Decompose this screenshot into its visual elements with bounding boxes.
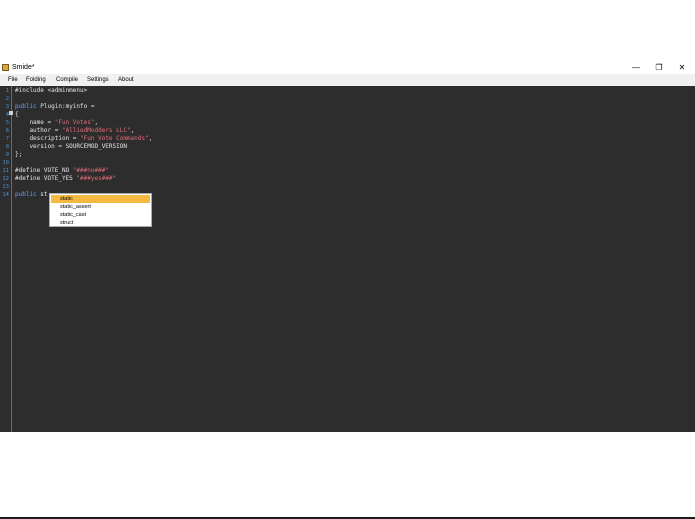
menu-file[interactable]: File [8, 74, 18, 86]
line-number: 4 [5, 112, 9, 118]
code-text: , [130, 127, 135, 134]
string-literal: "###no###" [72, 167, 109, 174]
code-line: #define VOTE_NO "###no###" [15, 167, 109, 175]
code-text: { [15, 111, 19, 118]
code-text: }; [15, 151, 23, 158]
close-button[interactable]: ✕ [671, 61, 693, 74]
code-editor[interactable]: 1 2 3 4 5 6 7 8 9 10 11 12 13 14 #include <adminmenu>… [0, 86, 695, 519]
code-text: , [148, 135, 153, 142]
keyword: public [15, 103, 37, 110]
code-line: name = "Fun Votes", [15, 119, 98, 127]
code-text: Plugin:myinfo = [36, 103, 95, 110]
autocomplete-item-static-cast[interactable]: static_cast [51, 211, 150, 219]
minimize-button[interactable]: — [625, 61, 647, 74]
code-text: #include <adminmenu> [15, 87, 88, 94]
string-literal: "Fun Votes" [54, 119, 95, 126]
line-number: 2 [5, 96, 9, 102]
menu-settings[interactable]: Settings [87, 74, 109, 86]
code-text: version = SOURCEMOD_VERSION [15, 143, 127, 150]
code-text: name = [15, 119, 55, 126]
line-number: 3 [5, 104, 9, 110]
code-text: description = [15, 135, 81, 142]
code-text: #define VOTE_YES [15, 175, 77, 182]
autocomplete-popup: static static_assert static_cast struct [49, 193, 152, 227]
app-icon [2, 64, 9, 71]
line-number: 11 [2, 168, 9, 174]
string-literal: "AlliedModders LLC" [61, 127, 131, 134]
code-line: public st [15, 191, 48, 199]
code-line: }; [15, 151, 22, 159]
window-title: Smide* [12, 64, 35, 71]
code-line: #include <adminmenu> [15, 87, 87, 95]
code-text: author = [15, 127, 62, 134]
code-text: #define VOTE_NO [15, 167, 73, 174]
code-line: version = SOURCEMOD_VERSION [15, 143, 127, 151]
line-number: 9 [5, 152, 9, 158]
autocomplete-item-static[interactable]: static [51, 195, 150, 203]
code-line: { [15, 111, 19, 119]
line-number-gutter: 1 2 3 4 5 6 7 8 9 10 11 12 13 14 [0, 86, 13, 432]
keyword: public [15, 191, 37, 198]
line-number: 5 [5, 120, 9, 126]
fold-marker-icon[interactable] [9, 111, 13, 115]
menu-folding[interactable]: Folding [26, 74, 46, 86]
line-number: 10 [2, 160, 9, 166]
code-text: , [94, 119, 99, 126]
string-literal: "###yes###" [76, 175, 117, 182]
line-number: 7 [5, 136, 9, 142]
code-line: description = "Fun Vote Commands", [15, 135, 152, 143]
code-line: #define VOTE_YES "###yes###" [15, 175, 116, 183]
line-number: 14 [2, 192, 9, 198]
line-number: 1 [5, 88, 9, 94]
line-number: 6 [5, 128, 9, 134]
code-line: author = "AlliedModders LLC", [15, 127, 134, 135]
menu-about[interactable]: About [118, 74, 134, 86]
line-number: 12 [2, 176, 9, 182]
line-number: 8 [5, 144, 9, 150]
code-line: public Plugin:myinfo = [15, 103, 94, 111]
code-text: st [36, 191, 48, 198]
autocomplete-item-static-assert[interactable]: static_assert [51, 203, 150, 211]
autocomplete-item-struct[interactable]: struct [51, 219, 150, 227]
line-number: 13 [2, 184, 9, 190]
title-bar: Smide* — ❐ ✕ [0, 61, 695, 74]
string-literal: "Fun Vote Commands" [80, 135, 149, 142]
menu-compile[interactable]: Compile [56, 74, 78, 86]
restore-button[interactable]: ❐ [648, 61, 670, 74]
